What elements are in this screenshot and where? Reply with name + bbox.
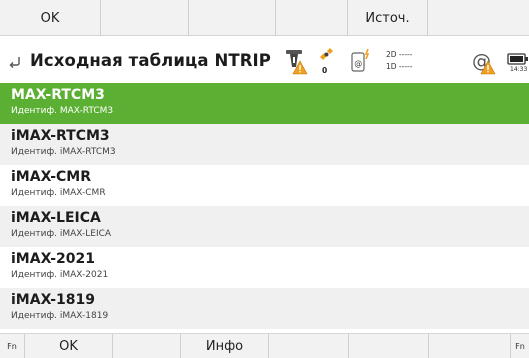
list-item[interactable]: iMAX-1819 Идентиф. iMAX-1819: [0, 288, 529, 329]
source-button[interactable]: Источ.: [347, 0, 427, 36]
softkey-f6[interactable]: [427, 0, 529, 36]
bottom-softkey-bar: Fn OK Инфо Fn: [0, 333, 529, 358]
list-item[interactable]: iMAX-LEICA Идентиф. iMAX-LEICA: [0, 206, 529, 247]
at-warning-icon[interactable]: @: [472, 49, 496, 79]
list-item[interactable]: iMAX-CMR Идентиф. iMAX-CMR: [0, 165, 529, 206]
item-ident: Идентиф. iMAX-RTCM3: [11, 147, 116, 157]
device-battery-icon[interactable]: @: [349, 47, 373, 79]
list-item[interactable]: MAX-RTCM3 Идентиф. MAX-RTCM3: [0, 83, 529, 124]
item-ident: Идентиф. iMAX-1819: [11, 311, 109, 321]
item-name: iMAX-RTCM3: [11, 128, 110, 144]
item-ident: Идентиф. iMAX-LEICA: [11, 229, 112, 239]
info-button[interactable]: Инфо: [180, 334, 268, 358]
item-name: iMAX-CMR: [11, 169, 92, 185]
item-name: iMAX-1819: [11, 292, 95, 308]
title-bar: Исходная таблица NTRIP 0 @ 2D ----- 1D -…: [0, 43, 529, 79]
2d-quality: 2D -----: [386, 50, 413, 59]
satellite-count: 0: [322, 66, 328, 75]
item-name: MAX-RTCM3: [11, 87, 105, 103]
top-softkey-bar: OK Источ.: [0, 0, 529, 36]
fn-left-button[interactable]: Fn: [0, 334, 24, 358]
item-name: iMAX-LEICA: [11, 210, 101, 226]
ok-button[interactable]: OK: [0, 0, 100, 36]
ntrip-source-list: MAX-RTCM3 Идентиф. MAX-RTCM3 iMAX-RTCM3 …: [0, 83, 529, 329]
item-ident: Идентиф. MAX-RTCM3: [11, 106, 114, 116]
softkey-f4[interactable]: [275, 0, 347, 36]
ok-button-bottom[interactable]: OK: [24, 334, 112, 358]
softkey-f3[interactable]: [188, 0, 275, 36]
page-title: Исходная таблица NTRIP: [30, 51, 271, 70]
list-item[interactable]: iMAX-RTCM3 Идентиф. iMAX-RTCM3: [0, 124, 529, 165]
list-item[interactable]: iMAX-2021 Идентиф. iMAX-2021: [0, 247, 529, 288]
softkey-b6[interactable]: [428, 334, 510, 358]
satellite-icon[interactable]: [318, 47, 334, 67]
softkey-f2[interactable]: [100, 0, 188, 36]
item-name: iMAX-2021: [11, 251, 95, 267]
svg-text:@: @: [354, 59, 362, 68]
softkey-b4[interactable]: [268, 334, 348, 358]
item-ident: Идентиф. iMAX-CMR: [11, 188, 106, 198]
softkey-b2[interactable]: [112, 334, 180, 358]
1d-quality: 1D -----: [386, 62, 413, 71]
fn-right-button[interactable]: Fn: [510, 334, 529, 358]
item-ident: Идентиф. iMAX-2021: [11, 270, 109, 280]
clock-time: 14:33: [510, 66, 528, 73]
softkey-b5[interactable]: [348, 334, 428, 358]
back-arrow-icon[interactable]: [8, 53, 22, 69]
antenna-warning-icon[interactable]: [283, 47, 309, 79]
